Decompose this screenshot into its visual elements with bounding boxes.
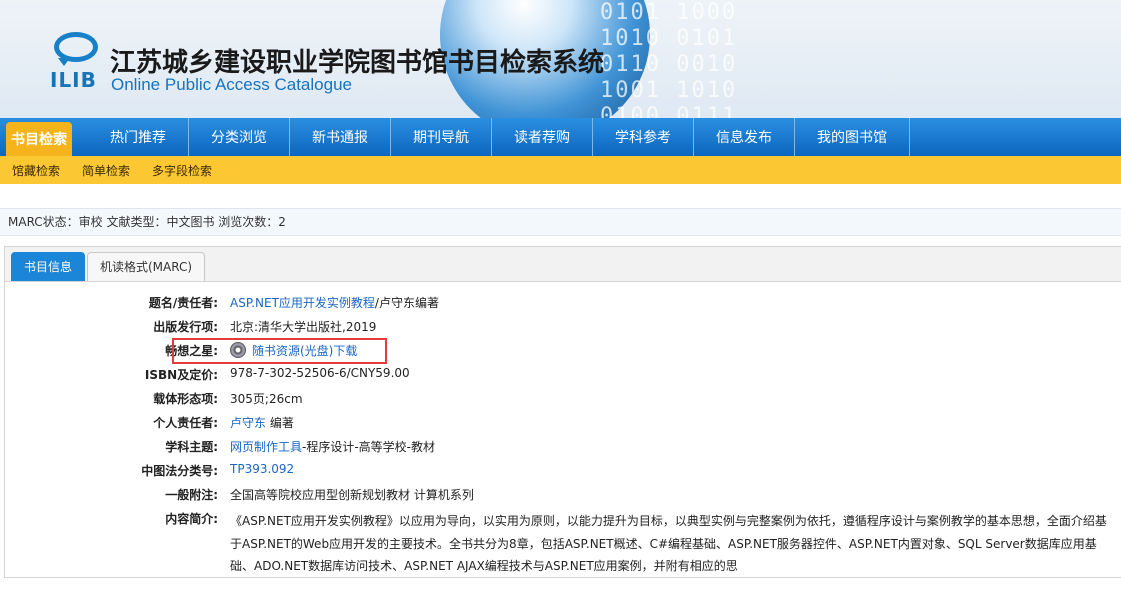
label-publication: 出版发行项: — [153, 320, 218, 334]
isbn-value: 978-7-302-52506-6/CNY59.00 — [230, 366, 410, 380]
sub-nav: 馆藏检索 简单检索 多字段检索 — [0, 156, 1121, 184]
main-nav: 书目检索 热门推荐 分类浏览 新书通报 期刊导航 读者荐购 学科参考 信息发布 … — [0, 118, 1121, 156]
subnav-holdings-search[interactable]: 馆藏检索 — [12, 162, 60, 179]
row-clc: 中图法分类号: TP393.092 — [5, 462, 1121, 486]
tab-bar: 书目信息 机读格式(MARC) — [5, 247, 1121, 282]
subnav-simple-search[interactable]: 简单检索 — [82, 162, 130, 179]
summary-value: 《ASP.NET应用开发实例教程》以应用为导向，以实用为原则，以能力提升为目标，… — [230, 514, 1107, 573]
author-link[interactable]: 卢守东 — [230, 416, 266, 430]
clc-link[interactable]: TP393.092 — [230, 462, 294, 476]
row-summary: 内容简介: 《ASP.NET应用开发实例教程》以应用为导向，以实用为原则，以能力… — [5, 510, 1121, 578]
record-details: 题名/责任者: ASP.NET应用开发实例教程/卢守东编著 出版发行项: 北京:… — [5, 282, 1121, 578]
note-value: 全国高等院校应用型创新规划教材 计算机系列 — [230, 488, 474, 502]
tab-marc-format[interactable]: 机读格式(MARC) — [87, 252, 206, 281]
carrier-value: 305页;26cm — [230, 392, 303, 406]
title-link[interactable]: ASP.NET应用开发实例教程 — [230, 296, 375, 310]
marc-status-bar: MARC状态：审校 文献类型：中文图书 浏览次数：2 — [0, 208, 1121, 236]
site-header: 0101 1000 1010 0101 0110 0010 1001 1010 … — [0, 0, 1121, 118]
ilib-logo: ILIB — [50, 32, 100, 94]
nav-item-catalog-search[interactable]: 书目检索 — [6, 122, 72, 156]
label-subject: 学科主题: — [165, 440, 218, 454]
nav-item-new-books[interactable]: 新书通报 — [290, 118, 391, 156]
label-title: 题名/责任者: — [148, 296, 218, 310]
author-role: 编著 — [266, 416, 294, 430]
nav-item-news[interactable]: 信息发布 — [694, 118, 795, 156]
subnav-multi-field-search[interactable]: 多字段检索 — [152, 162, 212, 179]
publication-value: 北京:清华大学出版社,2019 — [230, 320, 377, 334]
highlight-box — [172, 338, 387, 364]
row-note: 一般附注: 全国高等院校应用型创新规划教材 计算机系列 — [5, 486, 1121, 510]
nav-item-journals[interactable]: 期刊导航 — [391, 118, 492, 156]
row-carrier: 载体形态项: 305页;26cm — [5, 390, 1121, 414]
nav-item-hot[interactable]: 热门推荐 — [88, 118, 189, 156]
label-isbn: ISBN及定价: — [144, 368, 218, 382]
row-author: 个人责任者: 卢守东 编著 — [5, 414, 1121, 438]
label-clc: 中图法分类号: — [141, 464, 218, 478]
nav-item-recommend[interactable]: 读者荐购 — [492, 118, 593, 156]
site-subtitle: Online Public Access Catalogue — [111, 75, 352, 94]
site-title: 江苏城乡建设职业学院图书馆书目检索系统 — [110, 48, 605, 78]
row-title: 题名/责任者: ASP.NET应用开发实例教程/卢守东编著 — [5, 294, 1121, 318]
label-carrier: 载体形态项: — [153, 392, 218, 406]
nav-item-subjects[interactable]: 学科参考 — [593, 118, 694, 156]
label-author: 个人责任者: — [153, 416, 218, 430]
nav-item-browse[interactable]: 分类浏览 — [189, 118, 290, 156]
logo-text: ILIB — [50, 68, 97, 92]
row-subject: 学科主题: 网页制作工具-程序设计-高等学校-教材 — [5, 438, 1121, 462]
label-summary: 内容简介: — [165, 512, 218, 526]
nav-item-my-library[interactable]: 我的图书馆 — [795, 118, 910, 156]
tab-book-info[interactable]: 书目信息 — [11, 252, 86, 281]
label-note: 一般附注: — [165, 488, 218, 502]
binary-decoration: 0101 1000 1010 0101 0110 0010 1001 1010 … — [600, 0, 738, 118]
subject-link[interactable]: 网页制作工具 — [230, 440, 302, 454]
record-panel: 书目信息 机读格式(MARC) 题名/责任者: ASP.NET应用开发实例教程/… — [4, 246, 1121, 578]
subject-rest: -程序设计-高等学校-教材 — [302, 440, 436, 454]
title-responsibility: /卢守东编著 — [374, 296, 439, 310]
row-isbn: ISBN及定价: 978-7-302-52506-6/CNY59.00 — [5, 366, 1121, 390]
